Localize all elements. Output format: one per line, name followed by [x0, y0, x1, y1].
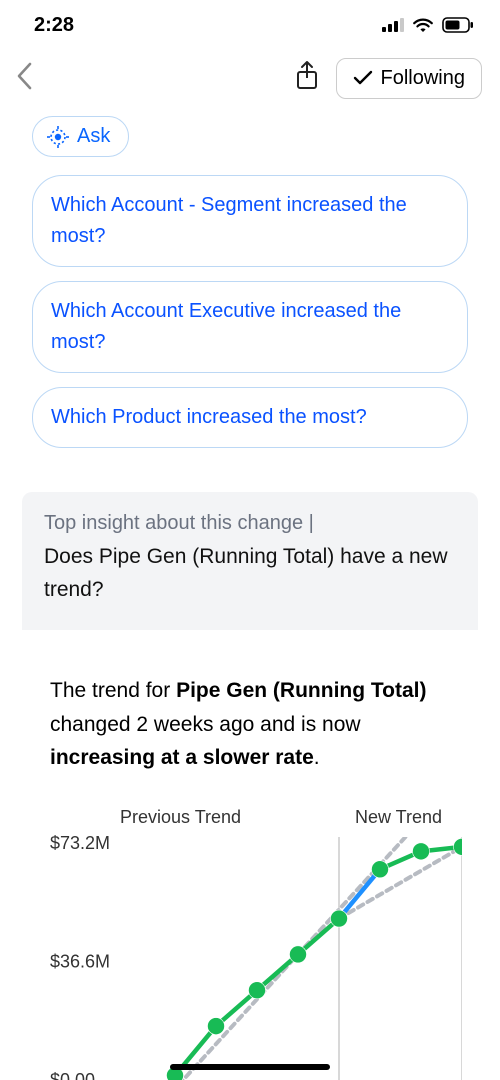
- back-button[interactable]: [14, 61, 36, 96]
- share-icon: [294, 60, 320, 92]
- chart-plot: [134, 837, 462, 1080]
- y-tick-bottom: $0.00: [50, 1070, 95, 1080]
- chart-label-new-trend: New Trend: [355, 807, 442, 828]
- share-button[interactable]: [294, 60, 320, 97]
- trend-metric: Pipe Gen (Running Total): [176, 679, 426, 702]
- suggestion-product[interactable]: Which Product increased the most?: [32, 387, 468, 448]
- chart-label-previous-trend: Previous Trend: [120, 807, 241, 828]
- checkmark-icon: [353, 70, 373, 86]
- suggestion-ae[interactable]: Which Account Executive increased the mo…: [32, 281, 468, 373]
- home-indicator: [170, 1064, 330, 1070]
- status-icons: [382, 17, 474, 33]
- trend-chart: Previous Trend New Trend $73.2M $36.6M $…: [50, 807, 462, 1080]
- y-tick-mid: $36.6M: [50, 951, 110, 972]
- cellular-icon: [382, 18, 404, 32]
- content: Ask Which Account - Segment increased th…: [0, 116, 500, 1080]
- wifi-icon: [412, 17, 434, 33]
- following-label: Following: [381, 67, 465, 90]
- insight-top-label: Top insight about this change |: [44, 512, 456, 535]
- status-time: 2:28: [34, 14, 74, 37]
- trend-text: The trend for Pipe Gen (Running Total) c…: [50, 674, 462, 775]
- y-tick-top: $73.2M: [50, 833, 110, 854]
- nav-bar: Following: [0, 50, 500, 106]
- following-button[interactable]: Following: [336, 58, 482, 99]
- chevron-left-icon: [14, 61, 36, 91]
- insight-card[interactable]: Top insight about this change | Does Pip…: [22, 492, 478, 630]
- battery-icon: [442, 17, 474, 33]
- trend-text-prefix: The trend for: [50, 679, 176, 702]
- insight-question: Does Pipe Gen (Running Total) have a new…: [44, 541, 456, 606]
- ask-entry-button[interactable]: Ask: [32, 116, 129, 157]
- status-bar: 2:28: [0, 0, 500, 50]
- trend-text-mid: changed 2 weeks ago and is now: [50, 713, 361, 736]
- suggestion-segment[interactable]: Which Account - Segment increased the mo…: [32, 175, 468, 267]
- trend-explanation: The trend for Pipe Gen (Running Total) c…: [50, 674, 462, 1080]
- ask-label: Ask: [77, 125, 110, 148]
- trend-text-suffix: .: [314, 746, 320, 769]
- ask-ai-icon: [47, 126, 69, 148]
- trend-emphasis: increasing at a slower rate: [50, 746, 314, 769]
- chart-y-axis: $73.2M $36.6M $0.00: [50, 837, 132, 1080]
